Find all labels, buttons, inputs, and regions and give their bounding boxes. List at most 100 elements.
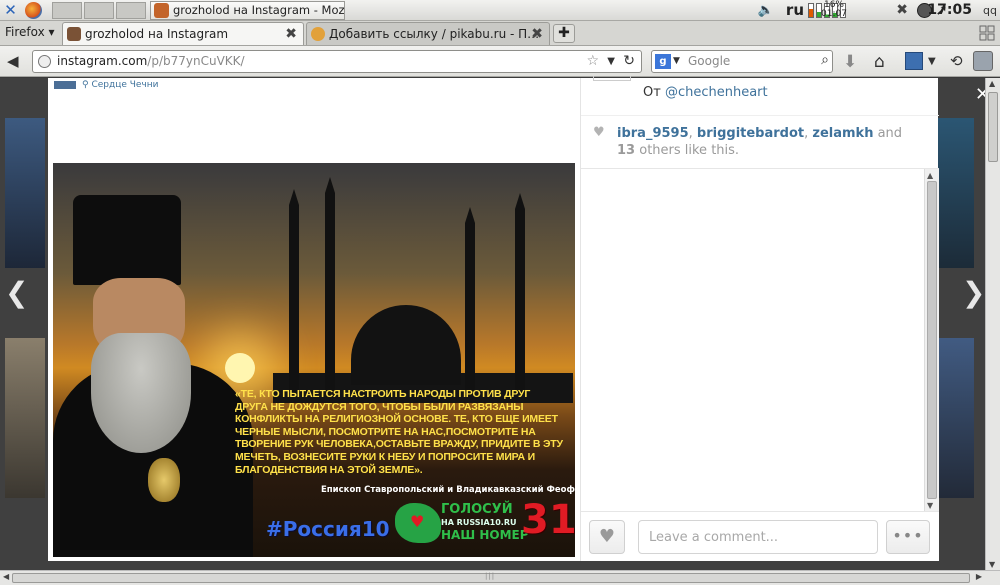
page-horizontal-scrollbar[interactable]: ◀ ||| ▶ <box>0 570 1000 585</box>
close-tab-icon[interactable]: ✖ <box>531 23 543 45</box>
firefox-menu-button[interactable]: Firefox ▾ <box>5 21 55 45</box>
vote-number: 31 <box>521 497 575 543</box>
scrollbar-thumb[interactable] <box>927 181 937 499</box>
taskbar-task-title: grozholod на Instagram - Mozi… <box>173 3 345 17</box>
tab-title: grozholod на Instagram <box>85 27 229 41</box>
likes-and: and <box>877 126 903 141</box>
navigation-toolbar: ◀ instagram.com/p/b77ynCuVKK/ ☆ ▼ ↻ g ▼ … <box>0 46 1000 77</box>
post-info-column: От @chechenheart ♥ ibra_9595, briggiteba… <box>580 76 939 561</box>
cpu-meter-icon <box>808 3 814 18</box>
pikabu-favicon-icon <box>311 27 325 41</box>
battery-indicator[interactable]: 16% 01:07 <box>816 0 852 19</box>
liker-link[interactable]: zelamkh <box>812 126 873 141</box>
likes-count[interactable]: 13 <box>617 143 635 158</box>
divider <box>581 115 939 116</box>
priest-hat <box>73 195 181 285</box>
downloads-icon[interactable]: ⬇ <box>843 52 857 72</box>
battery-time: 01:07 <box>821 9 847 19</box>
tab-instagram[interactable]: grozholod на Instagram ✖ <box>62 22 304 45</box>
background-thumbnail <box>938 118 974 268</box>
tab-strip: Firefox ▾ grozholod на Instagram ✖ Добав… <box>0 21 1000 46</box>
desktop-pager-3[interactable] <box>116 2 146 19</box>
via-attribution: От @chechenheart <box>643 85 768 100</box>
tab-list-icon[interactable] <box>978 24 996 42</box>
volume-icon[interactable]: 🔈 <box>758 0 774 21</box>
comments-scrollbar[interactable]: ▲ ▼ <box>924 169 939 512</box>
scroll-right-arrow-icon[interactable]: ▶ <box>976 572 982 581</box>
mosque-dome <box>351 305 461 385</box>
site-identity-icon[interactable] <box>38 55 51 68</box>
url-bar[interactable]: instagram.com/p/b77ynCuVKK/ ☆ ▼ ↻ <box>32 50 642 73</box>
post-media-column: ⚲ Сердце Чечни «Те, кто пытается настрои… <box>48 78 580 561</box>
tab-pikabu[interactable]: Добавить ссылку / pikabu.ru - П… ✖ <box>306 22 550 45</box>
system-tray: 🔈 ru 16% 01:07 ✖ ➚ 17:05 qq <box>750 0 1000 21</box>
network-icon[interactable]: ✖ <box>896 0 908 21</box>
post-modal: ⚲ Сердце Чечни «Те, кто пытается настрои… <box>48 76 939 561</box>
next-post-chevron-icon[interactable]: ❯ <box>962 276 985 309</box>
scroll-up-arrow-icon[interactable]: ▲ <box>927 171 933 180</box>
comment-bar: ♥ ••• <box>581 511 939 561</box>
minaret <box>465 207 475 393</box>
scroll-down-arrow-icon[interactable]: ▼ <box>989 560 995 569</box>
bookmarks-icon[interactable] <box>905 52 923 70</box>
like-button[interactable]: ♥ <box>589 520 625 554</box>
new-tab-button[interactable]: ✚ <box>553 24 575 43</box>
scroll-down-arrow-icon[interactable]: ▼ <box>927 501 933 510</box>
bookmark-star-icon[interactable]: ☆ <box>586 51 599 72</box>
likes-summary: ibra_9595, briggitebardot, zelamkh and 1… <box>617 126 903 158</box>
previous-post-chevron-icon[interactable]: ❮ <box>5 276 28 309</box>
liker-link[interactable]: briggitebardot <box>697 126 804 141</box>
desktop-pager-2[interactable] <box>84 2 114 19</box>
user-label[interactable]: qq <box>983 0 997 21</box>
page-vertical-scrollbar[interactable]: ▲ ▼ <box>985 78 1000 570</box>
taskbar-task-firefox[interactable]: grozholod на Instagram - Mozi… <box>150 1 345 20</box>
firefox-task-icon <box>154 3 169 18</box>
close-tab-icon[interactable]: ✖ <box>285 23 297 45</box>
search-engine-dropdown-icon[interactable]: ▼ <box>673 51 680 72</box>
background-thumbnail <box>938 338 974 498</box>
sync-icon[interactable]: ⟲ <box>950 52 963 70</box>
home-icon[interactable]: ⌂ <box>874 52 885 72</box>
sunset-sun <box>225 353 255 383</box>
clock[interactable]: 17:05 <box>927 0 972 21</box>
scrollbar-grip-icon: ||| <box>485 572 496 580</box>
comment-input[interactable] <box>638 520 878 554</box>
back-arrow-icon[interactable]: ◀ <box>7 52 19 70</box>
via-user-link[interactable]: @chechenheart <box>665 85 768 100</box>
google-icon[interactable]: g <box>655 54 671 69</box>
more-options-button[interactable]: ••• <box>886 520 930 554</box>
caption-avatar-edge <box>593 76 631 81</box>
firefox-launcher-icon[interactable] <box>25 2 42 19</box>
heart-icon: ♥ <box>410 512 425 531</box>
firefox-menu-label: Firefox <box>5 25 45 39</box>
vote-line-3: НАШ НОМЕР <box>441 528 529 542</box>
background-thumbnail <box>5 338 45 498</box>
scroll-up-arrow-icon[interactable]: ▲ <box>989 79 995 88</box>
reload-icon[interactable]: ↻ <box>623 51 635 72</box>
post-image[interactable]: «Те, кто пытается настроить народы проти… <box>53 163 575 557</box>
image-quote-author: Епископ Ставропольский и Владикавказский… <box>321 485 575 495</box>
url-host: instagram.com <box>57 54 148 68</box>
search-bar[interactable]: g ▼ Google ⌕ <box>651 50 833 73</box>
addon-icon[interactable] <box>973 51 993 71</box>
keyboard-layout-indicator[interactable]: ru <box>786 0 804 21</box>
heart-icon: ♥ <box>598 526 616 547</box>
priest-beard <box>91 333 191 453</box>
search-icon[interactable]: ⌕ <box>821 50 829 71</box>
bookmarks-dropdown-icon[interactable]: ▼ <box>928 56 936 67</box>
system-taskbar: ✕ grozholod на Instagram - Mozi… 🔈 ru 16… <box>0 0 1000 21</box>
app-menu-icon[interactable]: ✕ <box>2 2 19 19</box>
scrollbar-thumb[interactable] <box>988 92 998 162</box>
panagia-medallion <box>148 458 180 502</box>
scroll-left-arrow-icon[interactable]: ◀ <box>3 572 9 581</box>
minaret <box>289 189 299 395</box>
history-dropdown-icon[interactable]: ▼ <box>607 51 615 72</box>
image-hashtag: #Россия10 <box>266 517 390 541</box>
search-placeholder: Google <box>688 54 731 68</box>
liker-link[interactable]: ibra_9595 <box>617 126 689 141</box>
comments-list[interactable]: ▲ ▼ <box>581 168 939 512</box>
desktop-pager-1[interactable] <box>52 2 82 19</box>
tab-title: Добавить ссылку / pikabu.ru - П… <box>329 27 540 41</box>
vote-banner: ГОЛОСУЙ НА RUSSIA10.RU НАШ НОМЕР <box>441 503 529 542</box>
post-location[interactable]: ⚲ Сердце Чечни <box>54 80 159 90</box>
